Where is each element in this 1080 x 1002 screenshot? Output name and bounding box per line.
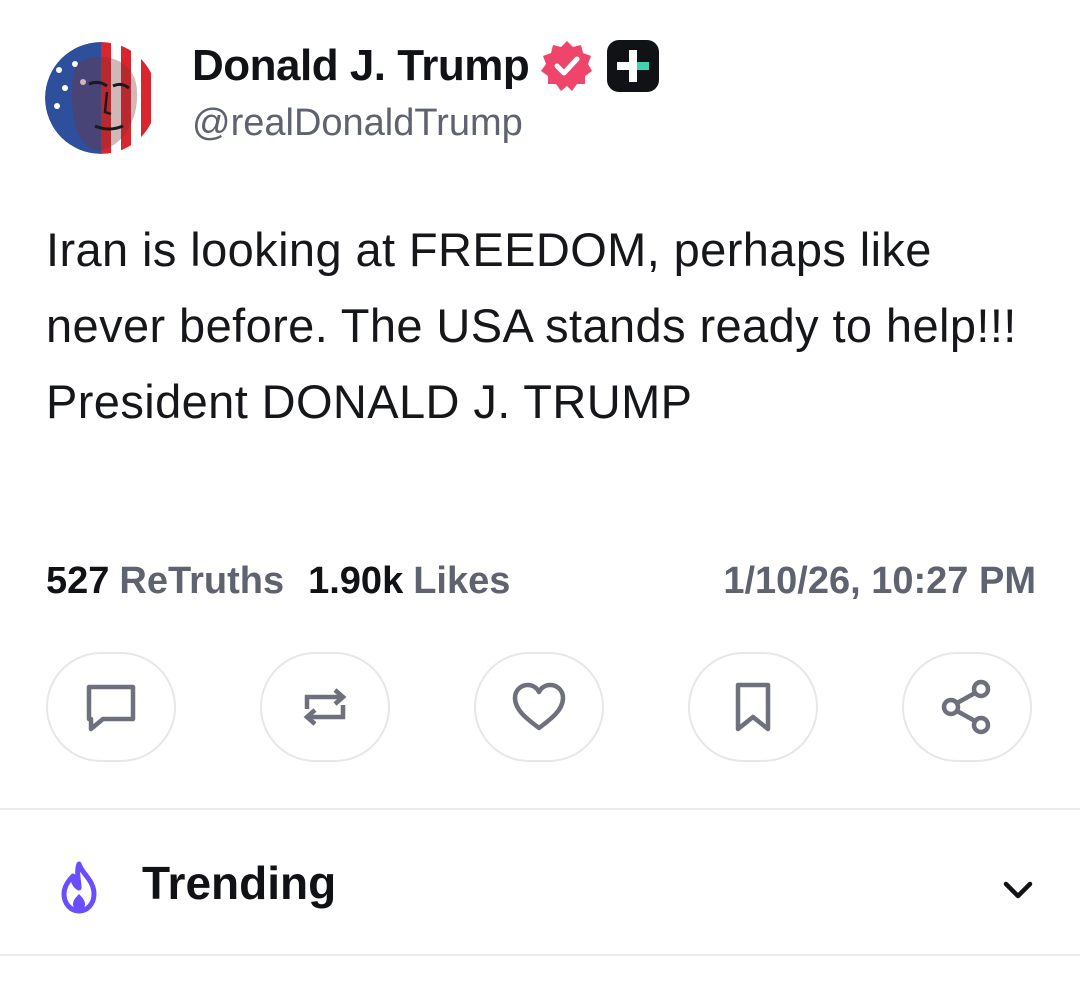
repost-icon: [303, 688, 347, 726]
truth-plus-badge-icon: [605, 38, 661, 94]
heart-icon: [512, 682, 566, 731]
author-name-row: Donald J. Trump: [192, 36, 661, 96]
retruth-button[interactable]: [260, 652, 390, 762]
bookmark-icon: [735, 682, 771, 732]
share-icon: [941, 679, 991, 735]
share-button[interactable]: [902, 652, 1032, 762]
post-timestamp: 1/10/26, 10:27 PM: [723, 559, 1036, 602]
retruths-label: ReTruths: [119, 559, 285, 602]
reply-button[interactable]: [46, 652, 176, 762]
bookmark-button[interactable]: [688, 652, 818, 762]
trending-label: Trending: [142, 857, 337, 909]
author-handle[interactable]: @realDonaldTrump: [192, 102, 523, 145]
flame-icon: [54, 860, 104, 916]
post-text: Iran is looking at FREEDOM, perhaps like…: [46, 223, 1031, 428]
comment-icon: [86, 684, 136, 732]
action-bar: [46, 652, 1032, 764]
likes-label: Likes: [413, 559, 511, 602]
chevron-down-icon[interactable]: [998, 870, 1038, 910]
truth-post: Donald J. Trump @realDonaldTrump Iran is…: [0, 0, 1080, 1002]
like-button[interactable]: [474, 652, 604, 762]
display-name[interactable]: Donald J. Trump: [192, 41, 530, 91]
bottom-divider: [0, 954, 1080, 956]
likes-count: 1.90k: [308, 559, 404, 602]
likes-stat[interactable]: 1.90k Likes: [308, 560, 510, 603]
retruths-stat[interactable]: 527 ReTruths: [46, 560, 284, 603]
trending-section-header[interactable]: Trending: [0, 812, 1080, 952]
post-stats: 527 ReTruths 1.90k Likes 1/10/26, 10:27 …: [46, 555, 1036, 607]
section-divider: [0, 808, 1080, 810]
verified-badge-icon: [539, 38, 595, 94]
retruths-count: 527: [46, 559, 110, 602]
avatar[interactable]: [45, 42, 157, 154]
